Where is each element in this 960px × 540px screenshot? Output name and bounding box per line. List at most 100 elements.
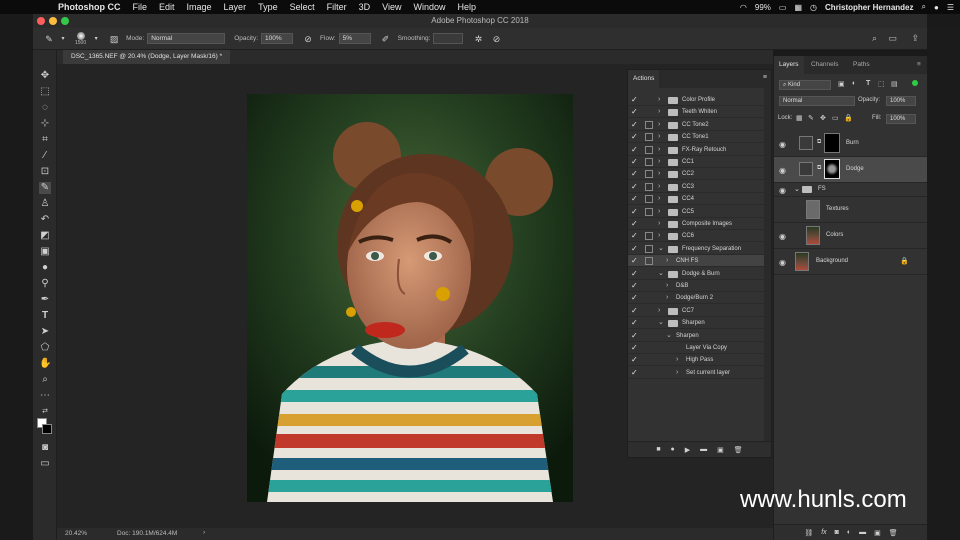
toggle-check-icon[interactable]: ✓ — [631, 157, 639, 167]
action-row[interactable]: ✓ ⌄ Sharpen — [628, 317, 764, 330]
more-tools-icon[interactable]: ⋯ — [39, 390, 51, 402]
brush-tool-icon[interactable]: ✎ — [43, 33, 55, 45]
dialog-toggle-icon[interactable] — [645, 170, 653, 179]
lock-pixels-icon[interactable]: ✎ — [808, 114, 814, 122]
chevron-right-icon[interactable]: › — [658, 144, 666, 156]
wifi-icon[interactable]: ◠ — [740, 3, 747, 12]
eraser-tool-icon[interactable]: ◩ — [39, 230, 51, 242]
dialog-toggle-icon[interactable] — [645, 232, 653, 241]
action-row[interactable]: ✓ › CC Tone2 — [628, 119, 764, 131]
document-tab[interactable]: DSC_1365.NEF @ 20.4% (Dodge, Layer Mask/… — [63, 50, 231, 64]
blend-mode-select[interactable]: Normal — [779, 96, 855, 106]
close-window-button[interactable] — [37, 17, 45, 25]
menu-filter[interactable]: Filter — [327, 2, 347, 12]
chevron-down-icon[interactable]: ▾ — [90, 33, 102, 45]
dialog-toggle-icon[interactable] — [645, 133, 653, 142]
chevron-right-icon[interactable]: › — [658, 119, 666, 131]
healing-tool-icon[interactable]: ⊡ — [39, 166, 51, 178]
eyedropper-tool-icon[interactable]: ⁄ — [39, 150, 51, 162]
stop-icon[interactable]: ■ — [656, 446, 660, 453]
search-icon[interactable]: ⌕ — [872, 33, 877, 44]
lock-transparent-icon[interactable]: ▦ — [796, 114, 803, 122]
share-icon[interactable]: ⇪ — [911, 33, 919, 44]
action-row[interactable]: ✓ › Dodge/Burn 2 — [628, 292, 764, 305]
eye-hidden-icon[interactable]: ◉ — [779, 206, 788, 215]
siri-icon[interactable]: ● — [934, 3, 939, 12]
eye-icon[interactable]: ◉ — [779, 232, 788, 241]
screen-mode-icon[interactable]: ▭ — [39, 458, 51, 470]
layer-row-background[interactable]: ◉ Background 🔒 — [774, 249, 928, 275]
chevron-down-icon[interactable]: ▾ — [57, 33, 69, 45]
layer-row-textures[interactable]: ◉ Textures — [774, 197, 928, 223]
dialog-toggle-icon[interactable] — [645, 182, 653, 191]
zoom-tool-icon[interactable]: ⌕ — [39, 374, 51, 386]
menu-help[interactable]: Help — [457, 2, 476, 12]
document-canvas[interactable] — [247, 94, 573, 502]
actions-scrollbar[interactable] — [764, 88, 771, 443]
toggle-check-icon[interactable]: ✓ — [631, 132, 639, 142]
link-layers-icon[interactable]: ⛓ — [804, 529, 813, 537]
menu-file[interactable]: File — [133, 2, 148, 12]
dialog-toggle-icon[interactable] — [645, 257, 653, 266]
eye-icon[interactable]: ◉ — [779, 186, 788, 195]
pressure-opacity-icon[interactable]: ⊘ — [302, 33, 314, 45]
chevron-down-icon[interactable]: ⌄ — [794, 185, 800, 193]
chevron-right-icon[interactable]: › — [658, 106, 666, 118]
toggle-check-icon[interactable]: ✓ — [631, 194, 639, 204]
chevron-down-icon[interactable]: ⌄ — [658, 268, 666, 280]
new-group-icon[interactable]: ▬ — [859, 529, 866, 536]
swap-colors-icon[interactable]: ⇄ — [39, 406, 51, 418]
toggle-check-icon[interactable]: ✓ — [631, 331, 639, 341]
flow-field[interactable]: 5% — [338, 33, 371, 44]
menu-image[interactable]: Image — [187, 2, 212, 12]
chevron-right-icon[interactable]: › — [658, 305, 666, 317]
filter-adjustment-icon[interactable]: ◐ — [852, 80, 856, 87]
tab-paths[interactable]: Paths — [848, 56, 875, 74]
toggle-check-icon[interactable]: ✓ — [631, 120, 639, 130]
chevron-right-icon[interactable]: › — [676, 354, 684, 366]
shape-tool-icon[interactable]: ⬠ — [39, 342, 51, 354]
chevron-right-icon[interactable]: › — [658, 168, 666, 180]
fx-icon[interactable]: fx — [821, 529, 826, 536]
layer-mask-thumbnail[interactable] — [824, 159, 840, 179]
chevron-right-icon[interactable]: › — [666, 280, 674, 292]
quick-select-tool-icon[interactable]: ⊹ — [39, 118, 51, 130]
brush-tool-icon[interactable]: ✎ — [39, 182, 51, 194]
fill-field[interactable]: 100% — [886, 114, 916, 124]
menu-type[interactable]: Type — [258, 2, 278, 12]
menu-select[interactable]: Select — [290, 2, 315, 12]
toggle-check-icon[interactable]: ✓ — [631, 256, 639, 266]
gradient-tool-icon[interactable]: ▣ — [39, 246, 51, 258]
action-row[interactable]: ✓ › FX-Ray Retouch — [628, 144, 764, 156]
dialog-toggle-icon[interactable] — [645, 145, 653, 154]
history-brush-tool-icon[interactable]: ↶ — [39, 214, 51, 226]
dialog-toggle-icon[interactable] — [645, 158, 653, 166]
pen-tool-icon[interactable]: ✒ — [39, 294, 51, 306]
type-tool-icon[interactable]: T — [39, 310, 51, 322]
play-icon[interactable]: ▶ — [685, 446, 690, 454]
quick-mask-icon[interactable]: ◙ — [39, 442, 51, 454]
menu-window[interactable]: Window — [413, 2, 445, 12]
tab-channels[interactable]: Channels — [806, 56, 843, 74]
action-row[interactable]: ✓ › CC2 — [628, 168, 764, 181]
toggle-check-icon[interactable]: ✓ — [631, 95, 639, 105]
tab-actions[interactable]: Actions — [628, 70, 660, 88]
airbrush-icon[interactable]: ✐ — [380, 33, 392, 45]
lock-artboard-icon[interactable]: ▭ — [832, 114, 839, 122]
toggle-check-icon[interactable]: ✓ — [631, 169, 639, 179]
minimize-window-button[interactable] — [49, 17, 57, 25]
toggle-check-icon[interactable]: ✓ — [631, 281, 639, 291]
zoom-level[interactable]: 20.42% — [65, 530, 87, 537]
path-select-tool-icon[interactable]: ➤ — [39, 326, 51, 338]
filter-toggle-icon[interactable] — [912, 80, 918, 86]
menu-edit[interactable]: Edit — [159, 2, 175, 12]
toggle-check-icon[interactable]: ✓ — [631, 343, 639, 353]
toggle-check-icon[interactable]: ✓ — [631, 318, 639, 328]
zoom-window-button[interactable] — [61, 17, 69, 25]
layer-row-dodge[interactable]: ◉ ⧉ Dodge — [774, 157, 928, 183]
dialog-toggle-icon[interactable] — [645, 195, 653, 204]
action-row[interactable]: ✓ ⌄ Dodge & Burn — [628, 268, 764, 280]
eye-icon[interactable]: ◉ — [779, 166, 788, 175]
toggle-check-icon[interactable]: ✓ — [631, 244, 639, 254]
chevron-right-icon[interactable]: › — [676, 367, 684, 379]
